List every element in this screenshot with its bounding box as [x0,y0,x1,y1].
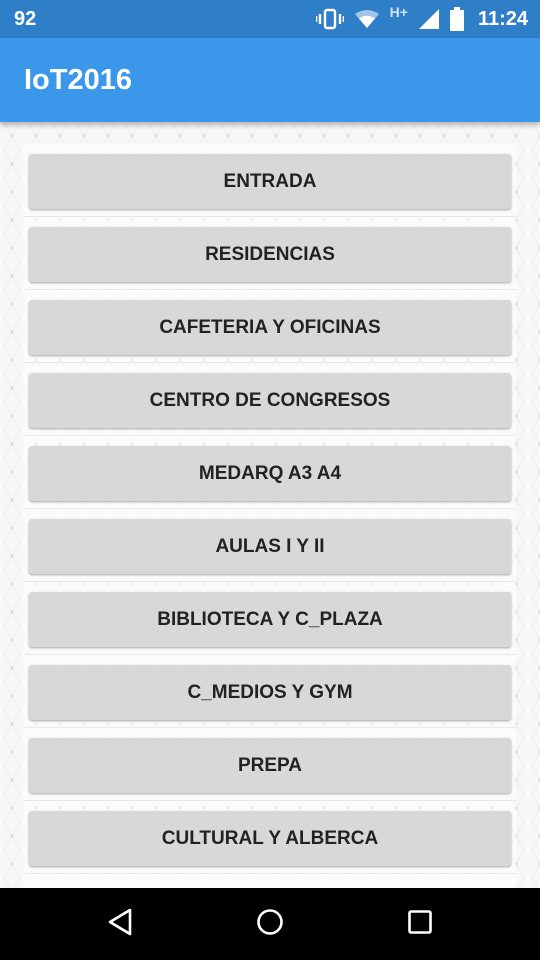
location-button-medios-gym[interactable]: C_MEDIOS Y GYM [29,665,511,720]
back-button[interactable] [84,888,156,960]
location-button-aulas[interactable]: AULAS I Y II [29,519,511,574]
list-item: MEDARQ A3 A4 [24,436,516,509]
notification-count: 92 [14,8,37,30]
recents-icon [406,908,434,941]
status-icons: H+ 11:24 [315,0,528,38]
location-button-cafeteria-oficinas[interactable]: CAFETERIA Y OFICINAS [29,300,511,355]
location-button-centro-congresos[interactable]: CENTRO DE CONGRESOS [29,373,511,428]
list-item: PREPA [24,728,516,801]
location-button-cultural-alberca[interactable]: CULTURAL Y ALBERCA [29,811,511,866]
list-item: ENTRADA [24,144,516,217]
navigation-bar [0,888,540,960]
back-icon [106,907,134,942]
network-type-label: H+ [389,4,408,20]
list-item: CENTRO DE CONGRESOS [24,363,516,436]
list-item: RESIDENCIAS [24,217,516,290]
home-icon [255,907,285,942]
wifi-icon [354,9,380,29]
cellular-signal-icon [418,8,440,30]
home-button[interactable] [234,888,306,960]
location-button-prepa[interactable]: PREPA [29,738,511,793]
location-list-container: ENTRADA RESIDENCIAS CAFETERIA Y OFICINAS… [0,122,540,888]
location-button-biblioteca[interactable]: BIBLIOTECA Y C_PLAZA [29,592,511,647]
list-item: C_MEDIOS Y GYM [24,655,516,728]
vibrate-icon [315,8,344,30]
list-item: CULTURAL Y ALBERCA [24,801,516,874]
location-button-entrada[interactable]: ENTRADA [29,154,511,209]
status-bar: 92 H+ 11:24 [0,0,540,38]
list-item: CAFETERIA Y OFICINAS [24,290,516,363]
app-bar: IoT2016 [0,38,540,122]
location-button-medarq[interactable]: MEDARQ A3 A4 [29,446,511,501]
location-button-residencias[interactable]: RESIDENCIAS [29,227,511,282]
list-item: BIBLIOTECA Y C_PLAZA [24,582,516,655]
app-title: IoT2016 [24,64,132,96]
recents-button[interactable] [384,888,456,960]
list-item: AULAS I Y II [24,509,516,582]
status-time: 11:24 [477,7,528,30]
battery-icon [449,7,464,31]
